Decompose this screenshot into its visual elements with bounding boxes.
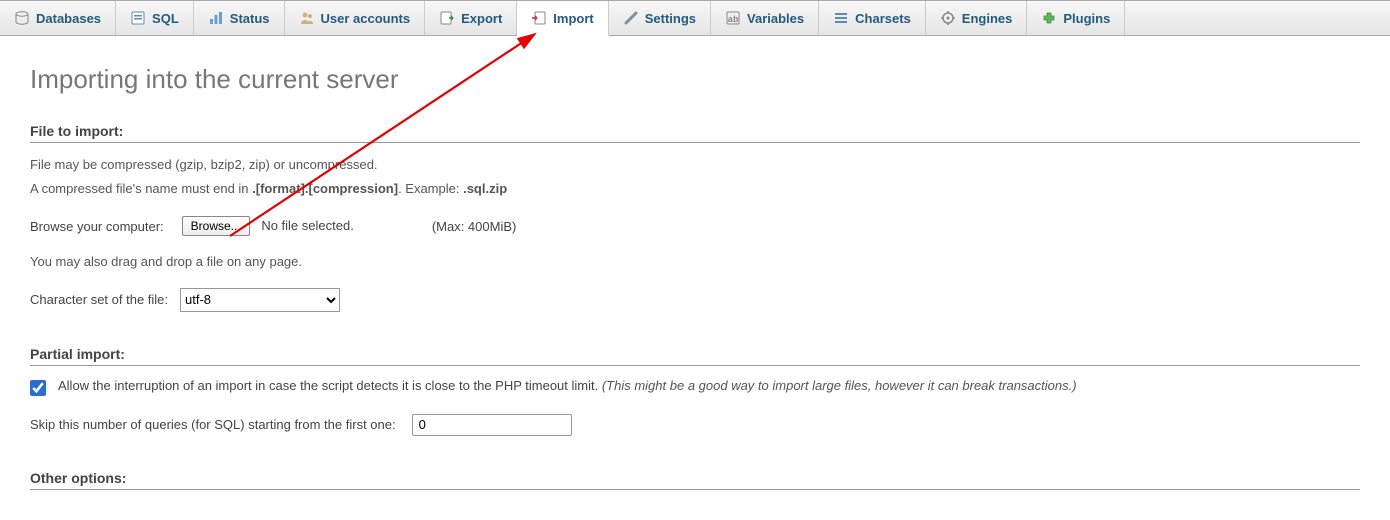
settings-icon [623,10,639,26]
tab-plugins[interactable]: Plugins [1027,1,1125,35]
top-nav: Databases SQL Status User accounts Expor… [0,0,1390,36]
browse-button[interactable]: Browse... [182,216,250,236]
tab-sql[interactable]: SQL [116,1,194,35]
tab-variables[interactable]: ab Variables [711,1,819,35]
file-hint-naming-prefix: A compressed file's name must end in [30,181,252,196]
allow-interrupt-checkbox[interactable] [30,380,46,396]
users-icon [299,10,315,26]
tab-user-accounts[interactable]: User accounts [285,1,426,35]
svg-text:ab: ab [728,15,739,25]
file-hint-naming: A compressed file's name must end in .[f… [30,179,1360,199]
tab-settings[interactable]: Settings [609,1,711,35]
main-content: Importing into the current server File t… [0,36,1390,520]
max-upload-size: (Max: 400MiB) [432,219,517,234]
status-icon [208,10,224,26]
tab-label: User accounts [321,11,411,26]
allow-interrupt-text: Allow the interruption of an import in c… [58,378,602,393]
charsets-icon [833,10,849,26]
browse-label: Browse your computer: [30,219,164,234]
allow-interrupt-label: Allow the interruption of an import in c… [58,378,1077,393]
allow-interrupt-hint: (This might be a good way to import larg… [602,378,1077,393]
charset-select[interactable]: utf-8 [180,288,340,312]
file-selected-status: No file selected. [261,218,354,233]
export-icon [439,10,455,26]
tab-status[interactable]: Status [194,1,285,35]
tab-label: Variables [747,11,804,26]
tab-label: SQL [152,11,179,26]
tab-import[interactable]: Import [517,1,608,36]
tab-label: Charsets [855,11,911,26]
tab-engines[interactable]: Engines [926,1,1028,35]
tab-export[interactable]: Export [425,1,517,35]
sql-icon [130,10,146,26]
tab-label: Status [230,11,270,26]
file-hint-naming-pattern: .[format].[compression] [252,181,398,196]
skip-queries-label: Skip this number of queries (for SQL) st… [30,417,396,432]
file-hint-naming-example-prefix: . Example: [398,181,463,196]
tab-label: Plugins [1063,11,1110,26]
tab-label: Engines [962,11,1013,26]
import-icon [531,10,547,26]
section-partial-heading: Partial import: [30,346,1360,366]
databases-icon [14,10,30,26]
plugins-icon [1041,10,1057,26]
section-file-heading: File to import: [30,123,1360,143]
tab-charsets[interactable]: Charsets [819,1,926,35]
tab-label: Databases [36,11,101,26]
tab-databases[interactable]: Databases [0,1,116,35]
tab-label: Export [461,11,502,26]
page-title: Importing into the current server [30,64,1360,95]
variables-icon: ab [725,10,741,26]
skip-queries-input[interactable] [412,414,572,436]
section-other-heading: Other options: [30,470,1360,490]
dragdrop-hint: You may also drag and drop a file on any… [30,252,1360,272]
file-hint-compression: File may be compressed (gzip, bzip2, zip… [30,155,1360,175]
tab-label: Import [553,11,593,26]
file-hint-naming-example: .sql.zip [463,181,507,196]
engines-icon [940,10,956,26]
tab-label: Settings [645,11,696,26]
charset-label: Character set of the file: [30,292,168,307]
